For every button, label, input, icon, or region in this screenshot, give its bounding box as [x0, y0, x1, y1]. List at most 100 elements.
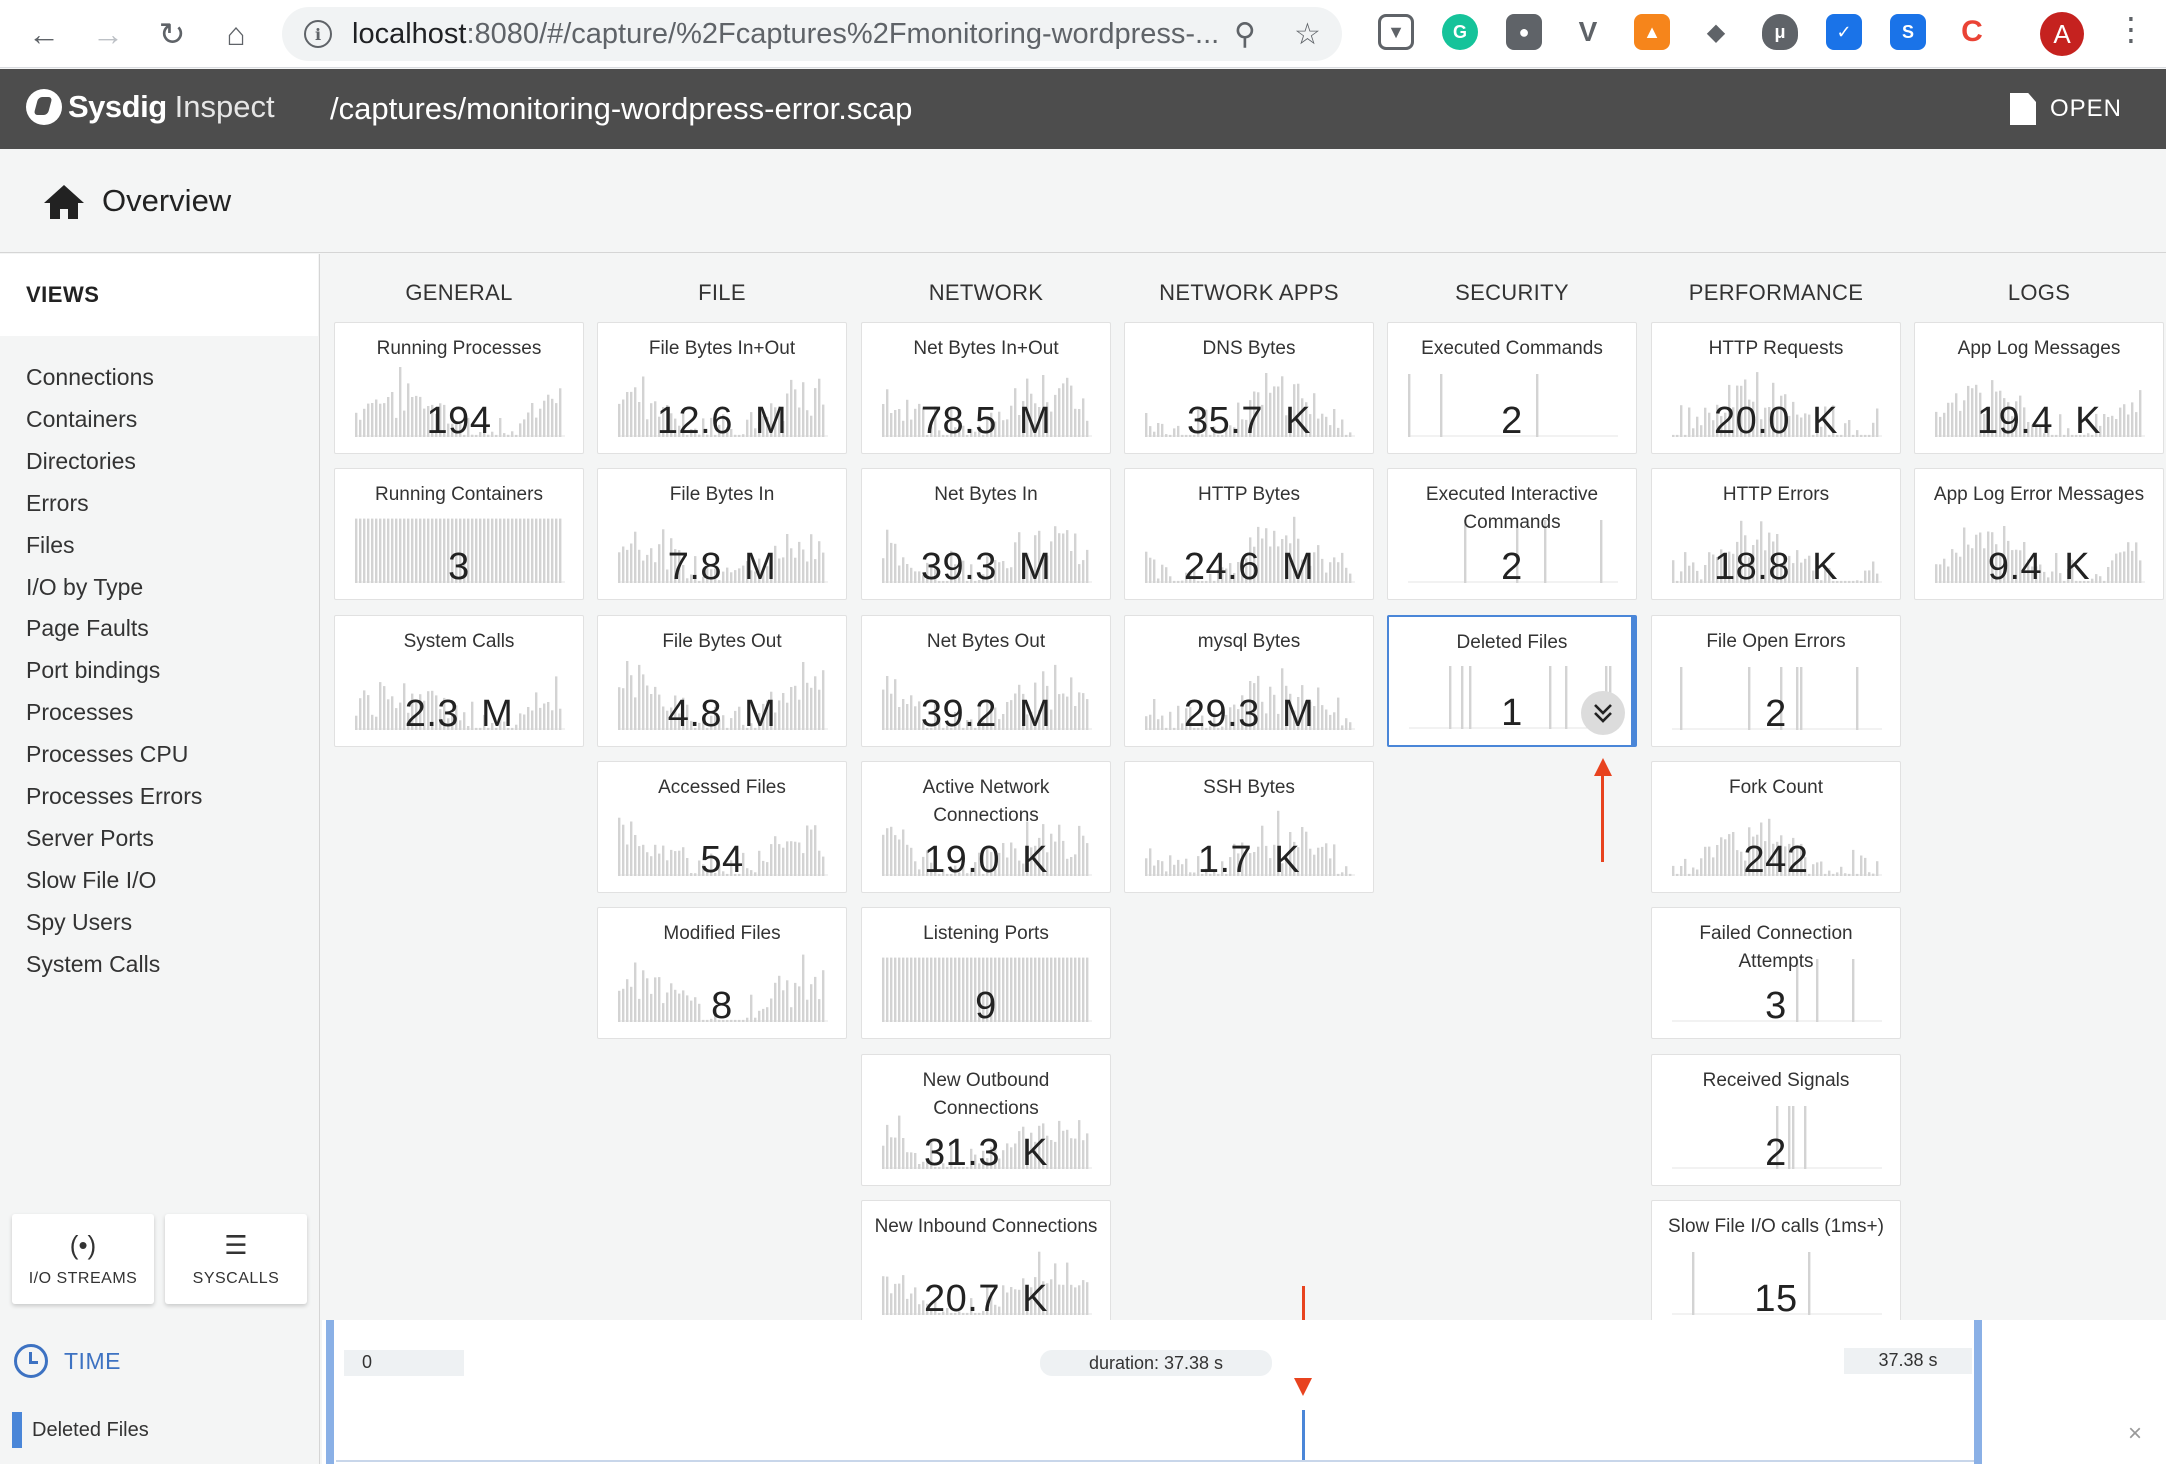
lightbulb-extension-icon[interactable]: ● [1506, 14, 1542, 50]
tile-deleted-files[interactable]: Deleted Files 1 [1387, 615, 1637, 747]
syscalls-button[interactable]: ☰ SYSCALLS [165, 1214, 307, 1304]
timeline-right-handle[interactable] [1974, 1320, 1982, 1464]
reload-icon[interactable]: ↻ [152, 14, 192, 54]
tile-title: HTTP Requests [1708, 338, 1844, 359]
tile-app-log-messages[interactable]: App Log Messages 19.4 K [1914, 322, 2164, 454]
sidebar-item-processes[interactable]: Processes [26, 699, 133, 726]
io-streams-button[interactable]: (•) I/O STREAMS [12, 1214, 154, 1304]
tile-running-processes[interactable]: Running Processes 194 [334, 322, 584, 454]
tile-value: 2 [1501, 546, 1523, 588]
sidebar-item-slow-file-i-o[interactable]: Slow File I/O [26, 867, 156, 894]
sidebar-item-system-calls[interactable]: System Calls [26, 951, 160, 978]
home-breadcrumb-icon[interactable] [42, 183, 86, 221]
home-icon[interactable]: ⌂ [216, 14, 256, 54]
tile-app-log-error-messages[interactable]: App Log Error Messages 9.4 K [1914, 468, 2164, 600]
tile-title: Executed Interactive Commands [1425, 484, 1599, 533]
sysdig-logo[interactable]: Sysdig Inspect [26, 89, 275, 125]
tile-title: mysql Bytes [1197, 631, 1301, 652]
sidebar-item-errors[interactable]: Errors [26, 490, 89, 517]
tile-title: Running Processes [376, 338, 542, 359]
timeline-left-handle[interactable] [326, 1320, 334, 1464]
tile-running-containers[interactable]: Running Containers 3 [334, 468, 584, 600]
tile-active-network-connections[interactable]: Active Network Connections 19.0 K [861, 761, 1111, 893]
sidebar-item-containers[interactable]: Containers [26, 406, 137, 433]
forward-icon[interactable]: → [88, 14, 128, 54]
tile-value: 3 [1765, 985, 1787, 1027]
tile-title: DNS Bytes [1202, 338, 1296, 359]
column-header-network: NETWORK [928, 280, 1044, 305]
sidebar-item-spy-users[interactable]: Spy Users [26, 909, 132, 936]
tile-http-bytes[interactable]: HTTP Bytes 24.6 M [1124, 468, 1374, 600]
zoom-icon[interactable]: ⚲ [1234, 17, 1256, 52]
close-icon[interactable]: × [2128, 1420, 2142, 1448]
tile-executed-commands[interactable]: Executed Commands 2 [1387, 322, 1637, 454]
tile-http-requests[interactable]: HTTP Requests 20.0 K [1651, 322, 1901, 454]
column-header-general: GENERAL [405, 280, 513, 305]
shield-extension-icon[interactable]: ✓ [1826, 14, 1862, 50]
annotation-arrow-down-head [1294, 1378, 1312, 1396]
back-icon[interactable]: ← [24, 14, 64, 54]
tile-file-open-errors[interactable]: File Open Errors 2 [1651, 615, 1901, 747]
vimium-extension-icon[interactable]: V [1570, 14, 1606, 50]
tile-executed-interactive-commands[interactable]: Executed Interactive Commands 2 [1387, 468, 1637, 600]
timeline[interactable]: 0 duration: 37.38 s 37.38 s × [322, 1320, 2166, 1464]
sidebar-item-i-o-by-type[interactable]: I/O by Type [26, 574, 143, 601]
raccoon-extension-icon[interactable]: ◆ [1698, 14, 1734, 50]
chevron-down-icon[interactable] [1581, 691, 1625, 735]
sidebar-item-files[interactable]: Files [26, 532, 75, 559]
tile-file-bytes-in[interactable]: File Bytes In 7.8 M [597, 468, 847, 600]
bookmark-star-icon[interactable]: ☆ [1294, 17, 1321, 52]
browser-menu-icon[interactable]: ⋮ [2115, 10, 2147, 48]
s-extension-icon[interactable]: S [1890, 14, 1926, 50]
tile-net-bytes-in[interactable]: Net Bytes In 39.3 M [861, 468, 1111, 600]
timeline-event-marker[interactable] [1302, 1410, 1305, 1460]
time-section[interactable]: TIME [14, 1344, 121, 1378]
tile-file-bytes-in-out[interactable]: File Bytes In+Out 12.6 M [597, 322, 847, 454]
tile-system-calls[interactable]: System Calls 2.3 M [334, 615, 584, 747]
profile-avatar[interactable]: A [2040, 12, 2084, 56]
tile-net-bytes-out[interactable]: Net Bytes Out 39.2 M [861, 615, 1111, 747]
tile-accessed-files[interactable]: Accessed Files 54 [597, 761, 847, 893]
tile-title: HTTP Bytes [1197, 484, 1301, 505]
sidebar-item-processes-errors[interactable]: Processes Errors [26, 783, 202, 810]
tile-ssh-bytes[interactable]: SSH Bytes 1.7 K [1124, 761, 1374, 893]
tile-http-errors[interactable]: HTTP Errors 18.8 K [1651, 468, 1901, 600]
tile-dns-bytes[interactable]: DNS Bytes 35.7 K [1124, 322, 1374, 454]
address-bar[interactable]: i localhost:8080/#/capture/%2Fcaptures%2… [282, 7, 1342, 61]
tile-value: 2 [1765, 693, 1787, 735]
open-button[interactable]: OPEN [2010, 93, 2122, 125]
sidebar-item-page-faults[interactable]: Page Faults [26, 615, 149, 642]
tile-mysql-bytes[interactable]: mysql Bytes 29.3 M [1124, 615, 1374, 747]
tile-listening-ports[interactable]: Listening Ports 9 [861, 907, 1111, 1039]
sidebar-item-port-bindings[interactable]: Port bindings [26, 657, 160, 684]
tile-title: Slow File I/O calls (1ms+) [1668, 1216, 1884, 1237]
ublock-extension-icon[interactable]: μ [1762, 14, 1798, 50]
tile-file-bytes-out[interactable]: File Bytes Out 4.8 M [597, 615, 847, 747]
pocket-extension-icon[interactable]: ▼ [1378, 14, 1414, 50]
c-extension-icon[interactable]: C [1954, 14, 1990, 50]
tile-value: 12.6 M [656, 400, 788, 442]
tile-net-bytes-in-out[interactable]: Net Bytes In+Out 78.5 M [861, 322, 1111, 454]
tile-fork-count[interactable]: Fork Count 242 [1651, 761, 1901, 893]
sidebar-item-processes-cpu[interactable]: Processes CPU [26, 741, 188, 768]
tile-new-outbound-connections[interactable]: New Outbound Connections 31.3 K [861, 1054, 1111, 1186]
tile-modified-files[interactable]: Modified Files 8 [597, 907, 847, 1039]
tile-failed-connection-attempts[interactable]: Failed Connection Attempts 3 [1651, 907, 1901, 1039]
tile-new-inbound-connections[interactable]: New Inbound Connections 20.7 K [861, 1200, 1111, 1320]
sidebar-item-server-ports[interactable]: Server Ports [26, 825, 154, 852]
tile-title: File Open Errors [1706, 631, 1846, 652]
tile-title: System Calls [403, 631, 515, 652]
clock-icon [14, 1344, 48, 1378]
active-filter[interactable]: Deleted Files [12, 1412, 149, 1448]
sidebar-item-directories[interactable]: Directories [26, 448, 136, 475]
tile-title: New Inbound Connections [874, 1216, 1098, 1237]
grammarly-extension-icon[interactable]: G [1442, 14, 1478, 50]
sidebar-item-connections[interactable]: Connections [26, 364, 154, 391]
tile-received-signals[interactable]: Received Signals 2 [1651, 1054, 1901, 1186]
tile-slow-file-i-o-calls-1ms-[interactable]: Slow File I/O calls (1ms+) 15 [1651, 1200, 1901, 1320]
site-info-icon[interactable]: i [304, 20, 332, 48]
open-label: OPEN [2050, 95, 2123, 122]
tile-value: 1.7 K [1197, 839, 1301, 881]
metamask-extension-icon[interactable]: ▲ [1634, 14, 1670, 50]
tile-value: 19.0 K [924, 839, 1048, 881]
